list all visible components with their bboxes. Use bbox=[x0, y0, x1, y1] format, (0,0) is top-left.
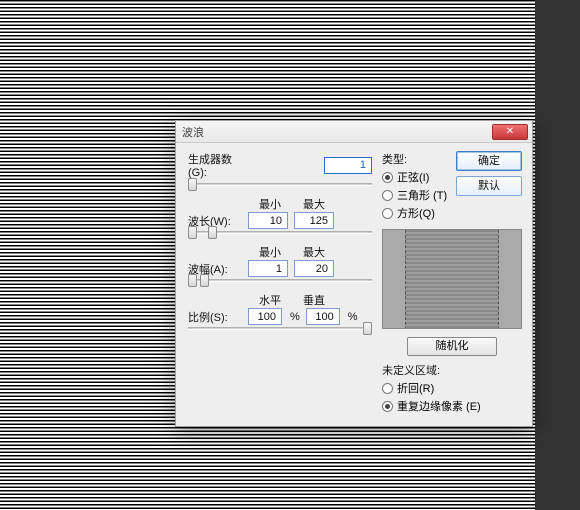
wavelength-min-input[interactable] bbox=[248, 212, 288, 229]
undefined-repeat-label: 重复边缘像素 (E) bbox=[397, 398, 481, 414]
wave-dialog: 波浪 ✕ 生成器数(G): 最小 最大 波长(W): bbox=[175, 120, 533, 427]
amplitude-max-header: 最大 bbox=[292, 244, 336, 260]
randomize-button[interactable]: 随机化 bbox=[407, 337, 497, 356]
generators-input[interactable] bbox=[324, 157, 372, 174]
amplitude-label: 波幅(A): bbox=[188, 261, 248, 277]
type-square-label: 方形(Q) bbox=[397, 205, 435, 221]
type-square-radio[interactable]: 方形(Q) bbox=[382, 205, 450, 221]
amplitude-min-header: 最小 bbox=[248, 244, 292, 260]
type-triangle-radio[interactable]: 三角形 (T) bbox=[382, 187, 450, 203]
undefined-wrap-radio[interactable]: 折回(R) bbox=[382, 380, 522, 396]
type-group-label: 类型: bbox=[382, 151, 450, 167]
titlebar[interactable]: 波浪 ✕ bbox=[176, 121, 532, 143]
radio-icon bbox=[382, 383, 393, 394]
scale-vertical-input[interactable] bbox=[306, 308, 340, 325]
close-button[interactable]: ✕ bbox=[492, 124, 528, 140]
scale-h-header: 水平 bbox=[248, 292, 292, 308]
type-sine-label: 正弦(I) bbox=[397, 169, 429, 185]
generators-label: 生成器数(G): bbox=[188, 151, 248, 179]
undefined-repeat-radio[interactable]: 重复边缘像素 (E) bbox=[382, 398, 522, 414]
wavelength-max-input[interactable] bbox=[294, 212, 334, 229]
scale-v-unit: % bbox=[348, 311, 358, 323]
amplitude-slider[interactable] bbox=[188, 279, 372, 282]
wavelength-min-header: 最小 bbox=[248, 196, 292, 212]
generators-slider[interactable] bbox=[188, 183, 372, 186]
amplitude-min-input[interactable] bbox=[248, 260, 288, 277]
preview-box bbox=[382, 229, 522, 329]
wavelength-label: 波长(W): bbox=[188, 213, 248, 229]
default-button[interactable]: 默认 bbox=[456, 176, 522, 196]
scale-label: 比例(S): bbox=[188, 309, 248, 325]
radio-icon bbox=[382, 190, 393, 201]
amplitude-max-input[interactable] bbox=[294, 260, 334, 277]
radio-icon bbox=[382, 172, 393, 183]
scale-slider[interactable] bbox=[188, 327, 372, 330]
undefined-group-label: 未定义区域: bbox=[382, 362, 522, 378]
wavelength-slider[interactable] bbox=[188, 231, 372, 234]
radio-icon bbox=[382, 401, 393, 412]
scale-v-header: 垂直 bbox=[292, 292, 336, 308]
preview-wave-icon bbox=[405, 230, 499, 329]
undefined-wrap-label: 折回(R) bbox=[397, 380, 434, 396]
type-triangle-label: 三角形 (T) bbox=[397, 187, 447, 203]
radio-icon bbox=[382, 208, 393, 219]
type-sine-radio[interactable]: 正弦(I) bbox=[382, 169, 450, 185]
dialog-title: 波浪 bbox=[182, 124, 492, 140]
scale-horizontal-input[interactable] bbox=[248, 308, 282, 325]
ok-button[interactable]: 确定 bbox=[456, 151, 522, 171]
scale-h-unit: % bbox=[290, 311, 300, 323]
wavelength-max-header: 最大 bbox=[292, 196, 336, 212]
